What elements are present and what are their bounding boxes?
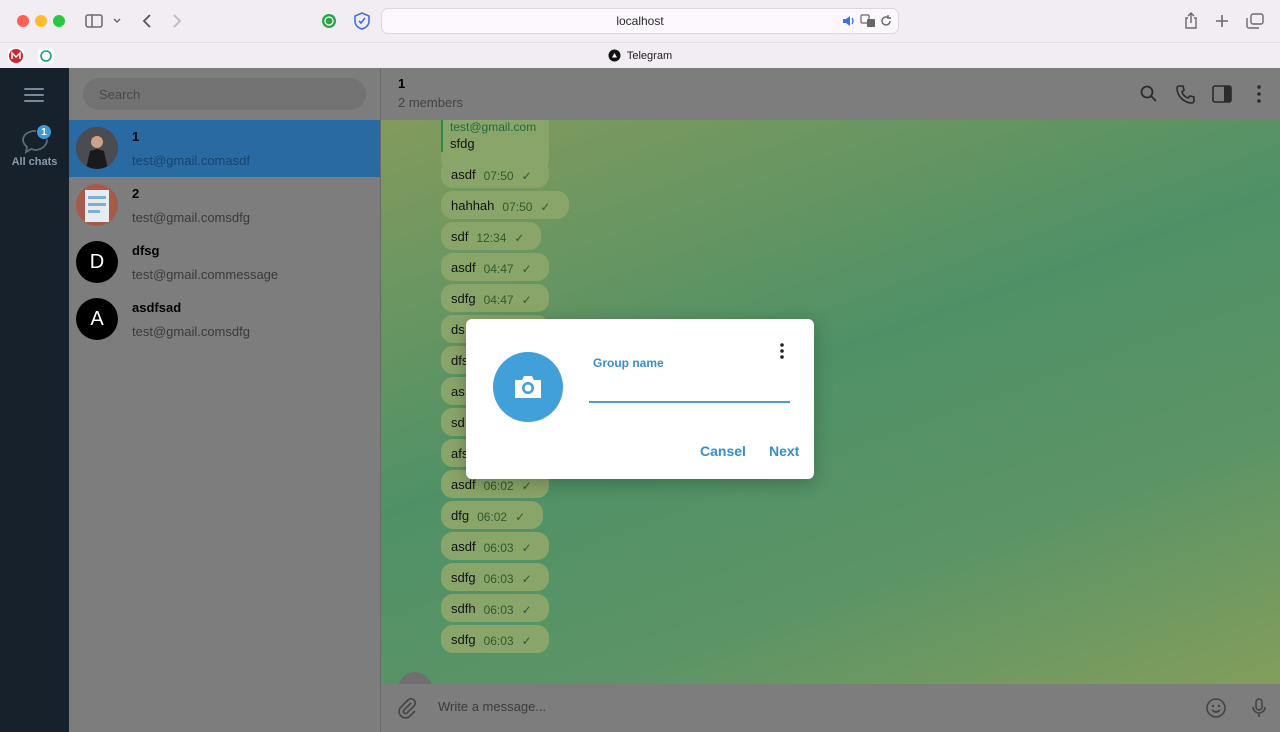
tab-bar: Telegram	[0, 42, 1280, 68]
browser-toolbar: localhost	[0, 0, 1280, 42]
share-icon[interactable]	[1182, 9, 1200, 33]
active-tab[interactable]: Telegram	[0, 49, 1280, 62]
more-vertical-icon[interactable]	[774, 341, 790, 361]
translate-icon[interactable]	[860, 14, 876, 31]
shield-icon[interactable]	[352, 9, 372, 33]
new-tab-icon[interactable]	[1213, 9, 1231, 33]
tab-overview-icon[interactable]	[1245, 9, 1265, 33]
address-bar[interactable]: localhost	[381, 8, 899, 34]
group-name-input[interactable]	[589, 375, 790, 403]
next-button[interactable]: Next	[769, 443, 799, 459]
minimize-window-button[interactable]	[35, 15, 47, 27]
reload-icon[interactable]	[879, 14, 893, 31]
chevron-down-icon[interactable]	[110, 9, 124, 33]
tab-favicon-icon	[608, 49, 621, 62]
back-icon[interactable]	[138, 9, 156, 33]
speaker-icon[interactable]	[842, 14, 856, 31]
extension-icon[interactable]	[320, 9, 338, 33]
group-photo-button[interactable]	[493, 352, 563, 422]
cancel-button[interactable]: Cansel	[700, 443, 746, 459]
camera-icon	[515, 376, 541, 398]
tab-title: Telegram	[626, 49, 673, 62]
close-window-button[interactable]	[17, 15, 29, 27]
url-text: localhost	[616, 14, 664, 28]
sidebar-toggle-icon[interactable]	[84, 9, 104, 33]
forward-icon[interactable]	[168, 9, 186, 33]
browser-chrome: localhost Telegram	[0, 0, 1280, 68]
new-group-dialog: Group name Cansel Next	[466, 319, 814, 479]
zoom-window-button[interactable]	[53, 15, 65, 27]
group-name-label: Group name	[593, 356, 664, 370]
